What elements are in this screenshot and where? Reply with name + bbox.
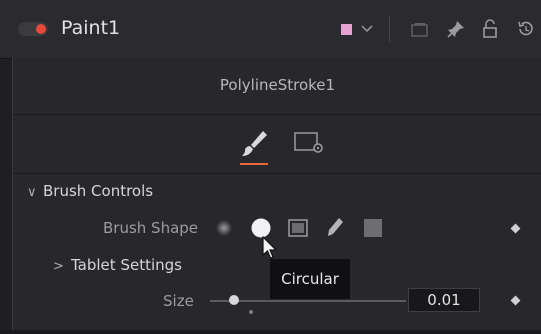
chevron-down-icon[interactable] <box>361 24 373 34</box>
image-brush-icon[interactable] <box>288 218 308 238</box>
chevron-down-icon: ∨ <box>27 185 37 200</box>
size-value-field[interactable]: 0.01 <box>408 288 480 312</box>
panel-bottom-edge <box>0 330 541 334</box>
section-title: Brush Controls <box>43 182 154 200</box>
pin-icon[interactable] <box>447 20 465 38</box>
mouse-cursor-icon <box>262 236 278 259</box>
node-enable-toggle[interactable] <box>18 22 48 36</box>
tablet-settings-header[interactable]: > Tablet Settings <box>53 256 182 274</box>
soft-brush-icon[interactable] <box>215 219 233 237</box>
enable-dot <box>36 24 46 34</box>
reset-icon[interactable] <box>516 20 536 38</box>
keyframe-diamond-brush-shape[interactable] <box>510 223 521 234</box>
square-brush-icon[interactable] <box>363 218 383 238</box>
tab-brush-controls[interactable] <box>236 127 272 165</box>
lock-icon[interactable] <box>482 19 498 39</box>
versions-icon[interactable] <box>411 22 429 38</box>
node-header: Paint1 <box>0 0 541 59</box>
chevron-right-icon: > <box>53 259 64 274</box>
node-title: Paint1 <box>61 17 121 39</box>
size-label: Size <box>163 292 194 310</box>
single-pixel-brush-icon[interactable] <box>324 216 346 240</box>
tooltip: Circular <box>270 259 350 299</box>
inspector-tabs <box>13 115 541 174</box>
size-slider-thumb[interactable] <box>229 295 239 305</box>
settings-icon <box>294 132 323 153</box>
brush-shape-label: Brush Shape <box>103 219 199 237</box>
color-swatch[interactable] <box>341 24 352 35</box>
header-divider <box>389 16 390 42</box>
size-slider-track[interactable] <box>210 300 406 302</box>
size-slider-default-marker <box>249 310 253 314</box>
brush-controls-header[interactable]: ∨ Brush Controls <box>27 182 153 200</box>
tool-subtitle-bar: PolylineStroke1 <box>13 58 541 115</box>
tool-subtitle: PolylineStroke1 <box>219 76 336 94</box>
tab-settings[interactable] <box>292 127 328 161</box>
tablet-settings-label: Tablet Settings <box>71 256 182 274</box>
paintbrush-icon <box>242 131 267 156</box>
